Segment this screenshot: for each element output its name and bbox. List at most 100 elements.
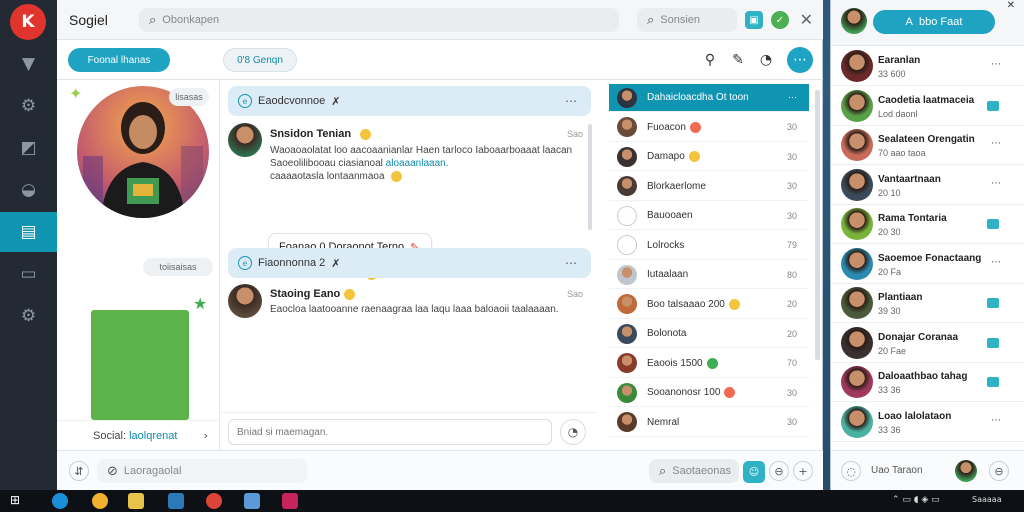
message-badge-icon[interactable] [987, 298, 999, 308]
send-icon[interactable]: ◔ [560, 419, 586, 445]
more-icon[interactable]: ⋯ [787, 47, 813, 73]
avatar[interactable] [841, 326, 873, 359]
chat-bubble-icon[interactable]: ◔ [755, 49, 777, 71]
more-icon[interactable]: ⋯ [991, 178, 1001, 189]
person-row[interactable]: Plantiaan 39 30 [831, 284, 1024, 323]
avatar[interactable] [228, 123, 262, 157]
more-icon[interactable]: ⋯ [991, 415, 1001, 426]
contact-row[interactable]: Iutaalaan 80 [609, 261, 809, 289]
avatar[interactable] [841, 247, 873, 280]
more-icon[interactable]: ⋯ [565, 256, 577, 270]
status-icon[interactable]: ✓ [771, 11, 789, 29]
avatar[interactable] [841, 89, 873, 122]
contact-row[interactable]: Fuoacon 30 [609, 114, 809, 142]
post-author[interactable]: Staoing Eano [270, 288, 340, 300]
rail-gear-icon[interactable]: ⚙ [0, 296, 57, 336]
more-icon[interactable]: ⋯ [565, 94, 577, 108]
person-row[interactable]: Daloaathbao tahag 33 36 [831, 363, 1024, 402]
contact-row[interactable]: Bolonota 20 [609, 320, 809, 348]
avatar[interactable] [228, 284, 262, 318]
person-row[interactable]: Earanlan 33 600 ⋯ [831, 47, 1024, 86]
start-icon[interactable]: ⊞ [10, 493, 26, 509]
photos-icon[interactable] [244, 493, 260, 509]
store-icon[interactable] [168, 493, 184, 509]
emoji-icon[interactable]: ☺ [743, 461, 765, 483]
message-badge-icon[interactable] [987, 377, 999, 387]
person-row[interactable]: Rama Tontaria 20 30 [831, 205, 1024, 244]
contact-row[interactable]: Blorkaerlome 30 [609, 173, 809, 201]
minus-icon[interactable]: ⊖ [989, 461, 1009, 481]
avatar[interactable] [955, 460, 977, 482]
contact-row[interactable]: Eaoois 1500 70 [609, 350, 809, 378]
close-icon[interactable]: ✕ [800, 10, 813, 29]
avatar[interactable] [841, 366, 873, 398]
avatar[interactable] [841, 50, 873, 82]
chrome-icon[interactable] [92, 493, 108, 509]
search-input[interactable]: ⌕ Obonkapen [139, 8, 619, 32]
avatar[interactable] [841, 405, 873, 438]
browser-icon[interactable] [52, 493, 68, 509]
chrome-alt-icon[interactable] [206, 493, 222, 509]
chevron-right-icon[interactable]: › [204, 429, 208, 442]
tray-clock[interactable]: Saaaaa [972, 495, 1002, 504]
post-author[interactable]: Snsidon Tenian [270, 128, 351, 140]
avatar[interactable] [841, 129, 873, 161]
profile-footer-link[interactable]: laolqrenat [129, 430, 177, 442]
profile-footer[interactable]: Social: laolqrenat › [57, 420, 220, 450]
search-icon[interactable]: ◌ [841, 461, 861, 481]
avatar[interactable] [841, 208, 873, 240]
plus-icon[interactable]: + [793, 461, 813, 481]
profile-chip-top[interactable]: lisasas [169, 88, 209, 106]
contacts-scrollbar[interactable] [815, 90, 820, 360]
contact-row[interactable]: Boo talsaaao 200 20 [609, 291, 809, 319]
avatar[interactable] [841, 8, 867, 34]
secondary-search[interactable]: ⌕ Sonsien [637, 8, 737, 32]
pen-icon[interactable]: ✎ [727, 49, 749, 71]
message-input[interactable]: Bniad si maemagan. [228, 419, 552, 445]
group-toolbar-button[interactable]: 0'8 Genqn [223, 48, 297, 72]
contact-row[interactable]: Nemral 30 [609, 409, 809, 437]
person-row[interactable]: Loao lalolataon 33 36 ⋯ [831, 403, 1024, 442]
app-logo[interactable]: K [10, 4, 46, 40]
person-row[interactable]: Vantaartnaan 20 10 ⋯ [831, 166, 1024, 205]
message-badge-icon[interactable] [987, 219, 999, 229]
new-post-button[interactable]: A bbo Faat [873, 10, 995, 34]
contact-row[interactable]: Damapo 30 [609, 143, 809, 171]
pin-icon[interactable]: ⚲ [699, 49, 721, 71]
attach-icon[interactable]: ⇵ [69, 461, 89, 481]
more-icon[interactable]: ⋯ [991, 257, 1001, 268]
more-icon[interactable]: ⋯ [991, 59, 1001, 70]
profile-chip-mid[interactable]: toiisaisas [143, 258, 213, 276]
close-icon[interactable]: ✕ [1007, 0, 1015, 11]
message-badge-icon[interactable] [987, 337, 999, 348]
rail-media-icon[interactable]: ▭ [0, 254, 57, 294]
contact-row[interactable]: Sooanonosr 100 30 [609, 379, 809, 407]
bottom-search[interactable]: ⌕ Saotaeonas [649, 459, 739, 483]
avatar[interactable] [841, 168, 873, 201]
profile-media-card[interactable] [91, 310, 189, 420]
group-header[interactable]: e Eaodcvonnoe ✗ ⋯ [228, 86, 591, 116]
folder-icon[interactable] [128, 493, 144, 509]
post-link[interactable]: aloaaanlaaan. [386, 158, 449, 169]
folder-field[interactable]: ⊘ Laoragaolal [97, 459, 307, 483]
rail-feed-icon[interactable]: ▤ [0, 212, 57, 252]
group-header[interactable]: e Fiaonnonna 2 ✗ ⋯ [228, 248, 591, 278]
primary-toolbar-button[interactable]: Foonal lhanas [68, 48, 170, 72]
contact-row[interactable]: Dahaicloacdha Ot toon ⋯ [609, 84, 809, 112]
contact-row[interactable]: Lolrocks 79 [609, 232, 809, 260]
social-app-icon[interactable] [282, 493, 298, 509]
tray-icons[interactable]: ⌃ ▭ ◖ ◈ ▭ [892, 495, 940, 505]
message-badge-icon[interactable] [987, 100, 999, 111]
avatar[interactable] [841, 287, 873, 319]
minus-icon[interactable]: ⊖ [769, 461, 789, 481]
more-icon[interactable]: ⋯ [991, 138, 1001, 149]
person-row[interactable]: Donajar Coranaa 20 Fae [831, 324, 1024, 363]
person-row[interactable]: Caodetia laatmaceia Lod daonl [831, 87, 1024, 126]
rail-shield-icon[interactable]: ▼ [0, 44, 57, 84]
person-row[interactable]: Saoemoe Fonactaang 20 Fa ⋯ [831, 245, 1024, 284]
rail-settings-icon[interactable]: ⚙ [0, 86, 57, 126]
feed-scrollbar[interactable] [588, 124, 592, 230]
rail-edit-icon[interactable]: ◩ [0, 128, 57, 168]
contact-row[interactable]: Bauooaen 30 [609, 202, 809, 230]
notification-icon[interactable]: ▣ [745, 11, 763, 29]
